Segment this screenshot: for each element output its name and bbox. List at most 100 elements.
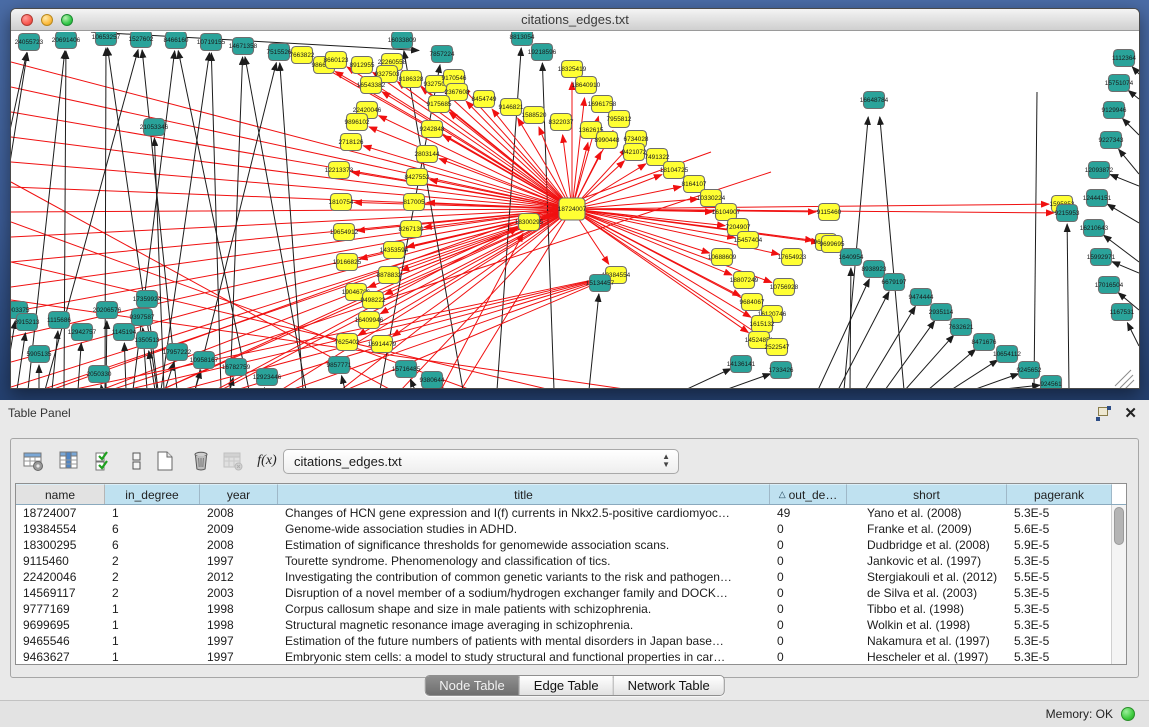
graph-node[interactable]: 1527602: [129, 32, 154, 48]
cell-year[interactable]: 2012: [200, 569, 278, 585]
cell-in_degree[interactable]: 1: [105, 601, 200, 617]
cell-name[interactable]: 14569117: [16, 585, 105, 601]
graph-node[interactable]: 6679197: [882, 274, 907, 291]
column-header-pagerank[interactable]: pagerank: [1007, 484, 1112, 504]
cell-in_degree[interactable]: 6: [105, 521, 200, 537]
cell-year[interactable]: 1998: [200, 617, 278, 633]
delete-table-icon[interactable]: [219, 447, 247, 475]
cell-in_degree[interactable]: 1: [105, 617, 200, 633]
graph-node[interactable]: 5905135: [27, 346, 52, 363]
table-row[interactable]: 1830029562008Estimation of significance …: [16, 537, 1126, 553]
table-row[interactable]: 946554611997Estimation of the future num…: [16, 633, 1126, 649]
graph-node[interactable]: 16914479: [368, 336, 397, 353]
function-builder-icon[interactable]: f(x): [253, 447, 281, 475]
graph-node[interactable]: 1145194: [112, 324, 137, 341]
new-column-icon[interactable]: [151, 447, 179, 475]
graph-node[interactable]: 8466160: [164, 32, 189, 49]
cell-pagerank[interactable]: 5.3E-5: [1007, 505, 1112, 521]
graph-node[interactable]: 14671358: [229, 38, 258, 55]
cell-name[interactable]: 9463627: [16, 649, 105, 665]
graph-node[interactable]: 1115686: [47, 312, 71, 329]
float-panel-icon[interactable]: [1096, 407, 1112, 421]
graph-node[interactable]: 7955812: [607, 111, 632, 128]
cell-year[interactable]: 2008: [200, 537, 278, 553]
graph-node[interactable]: 7625402: [335, 334, 360, 351]
graph-node[interactable]: 21053346: [140, 119, 169, 136]
graph-node[interactable]: 17957222: [163, 344, 192, 361]
cell-in_degree[interactable]: 6: [105, 537, 200, 553]
table-row[interactable]: 969969511998Structural magnetic resonanc…: [16, 617, 1126, 633]
cell-pagerank[interactable]: 5.3E-5: [1007, 633, 1112, 649]
cell-short[interactable]: Yano et al. (2008): [847, 505, 1007, 521]
column-header-title[interactable]: title: [278, 484, 770, 504]
graph-node[interactable]: 15457404: [734, 232, 763, 249]
cell-in_degree[interactable]: 2: [105, 553, 200, 569]
cell-pagerank[interactable]: 5.3E-5: [1007, 617, 1112, 633]
close-window-icon[interactable]: [21, 14, 33, 26]
cell-in_degree[interactable]: 2: [105, 585, 200, 601]
column-header-name[interactable]: name: [16, 484, 105, 504]
graph-node[interactable]: 15716485: [392, 361, 421, 378]
graph-node[interactable]: 16961758: [588, 96, 617, 113]
cell-title[interactable]: Estimation of significance thresholds fo…: [278, 537, 770, 553]
graph-node[interactable]: 12213373: [325, 162, 354, 179]
graph-node[interactable]: 9421072: [622, 144, 647, 161]
column-header-year[interactable]: year: [200, 484, 278, 504]
graph-node[interactable]: 7663822: [290, 47, 315, 64]
graph-node[interactable]: 2803144: [415, 146, 440, 163]
cell-year[interactable]: 1997: [200, 553, 278, 569]
graph-node[interactable]: 15751074: [1105, 75, 1134, 92]
graph-node[interactable]: 9115460: [817, 204, 842, 221]
graph-node[interactable]: 8938923: [862, 261, 887, 278]
graph-node[interactable]: 9215953: [1055, 205, 1080, 222]
graph-node[interactable]: 19166825: [333, 254, 362, 271]
cell-title[interactable]: Corpus callosum shape and size in male p…: [278, 601, 770, 617]
network-view-window[interactable]: citations_edges.txt 76638229866016866012…: [10, 8, 1140, 389]
table-row[interactable]: 1456911722003Disruption of a novel membe…: [16, 585, 1126, 601]
graph-node[interactable]: 10654112: [993, 346, 1021, 363]
cell-name[interactable]: 18300295: [16, 537, 105, 553]
graph-node[interactable]: 14353594: [380, 242, 409, 259]
graph-node[interactable]: 8322037: [549, 114, 574, 131]
cell-title[interactable]: Embryonic stem cells: a model to study s…: [278, 649, 770, 665]
graph-node[interactable]: 15134457: [586, 275, 615, 292]
table-row[interactable]: 946362711997Embryonic stem cells: a mode…: [16, 649, 1126, 665]
table-row[interactable]: 2242004622012Investigating the contribut…: [16, 569, 1126, 585]
graph-node[interactable]: 18300295: [515, 214, 544, 231]
graph-node[interactable]: 9175685: [427, 96, 452, 113]
cell-short[interactable]: Stergiakouli et al. (2012): [847, 569, 1007, 585]
cell-title[interactable]: Estimation of the future numbers of pati…: [278, 633, 770, 649]
graph-node[interactable]: 9146821: [499, 99, 524, 116]
graph-node[interactable]: 16033809: [388, 32, 417, 49]
cell-pagerank[interactable]: 5.3E-5: [1007, 649, 1112, 665]
vertical-scrollbar[interactable]: [1111, 505, 1126, 664]
column-visibility-icon[interactable]: [55, 447, 83, 475]
graph-node[interactable]: 20206576: [93, 302, 122, 319]
cell-title[interactable]: Genome-wide association studies in ADHD.: [278, 521, 770, 537]
select-columns-icon[interactable]: [91, 447, 119, 475]
graph-node[interactable]: 7857224: [430, 46, 455, 63]
zoom-window-icon[interactable]: [61, 14, 73, 26]
cell-out_degree[interactable]: 0: [770, 521, 847, 537]
graph-node[interactable]: 2935114: [929, 304, 954, 321]
graph-node[interactable]: 8471676: [972, 334, 997, 351]
network-graph[interactable]: 7663822986601686601238912955222605589327…: [11, 32, 1139, 389]
column-header-in_degree[interactable]: in_degree: [105, 484, 200, 504]
graph-node[interactable]: 16543382: [357, 77, 386, 94]
graph-node[interactable]: 12444151: [1083, 190, 1112, 207]
cell-title[interactable]: Structural magnetic resonance image aver…: [278, 617, 770, 633]
cell-in_degree[interactable]: 2: [105, 569, 200, 585]
graph-node[interactable]: 9242848: [420, 121, 445, 138]
cell-short[interactable]: Tibbo et al. (1998): [847, 601, 1007, 617]
column-header-short[interactable]: short: [847, 484, 1007, 504]
graph-node[interactable]: 8878832: [377, 267, 402, 284]
graph-node[interactable]: 15992971: [1087, 249, 1116, 266]
cell-pagerank[interactable]: 5.3E-5: [1007, 585, 1112, 601]
graph-hub-node[interactable]: 18724007: [558, 198, 587, 220]
cell-name[interactable]: 9465546: [16, 633, 105, 649]
table-row[interactable]: 1872400712008Changes of HCN gene express…: [16, 505, 1126, 521]
graph-node[interactable]: 8660123: [324, 52, 349, 69]
graph-node[interactable]: 9129946: [1102, 102, 1127, 119]
graph-node[interactable]: 16648784: [860, 92, 889, 109]
cell-year[interactable]: 1998: [200, 601, 278, 617]
